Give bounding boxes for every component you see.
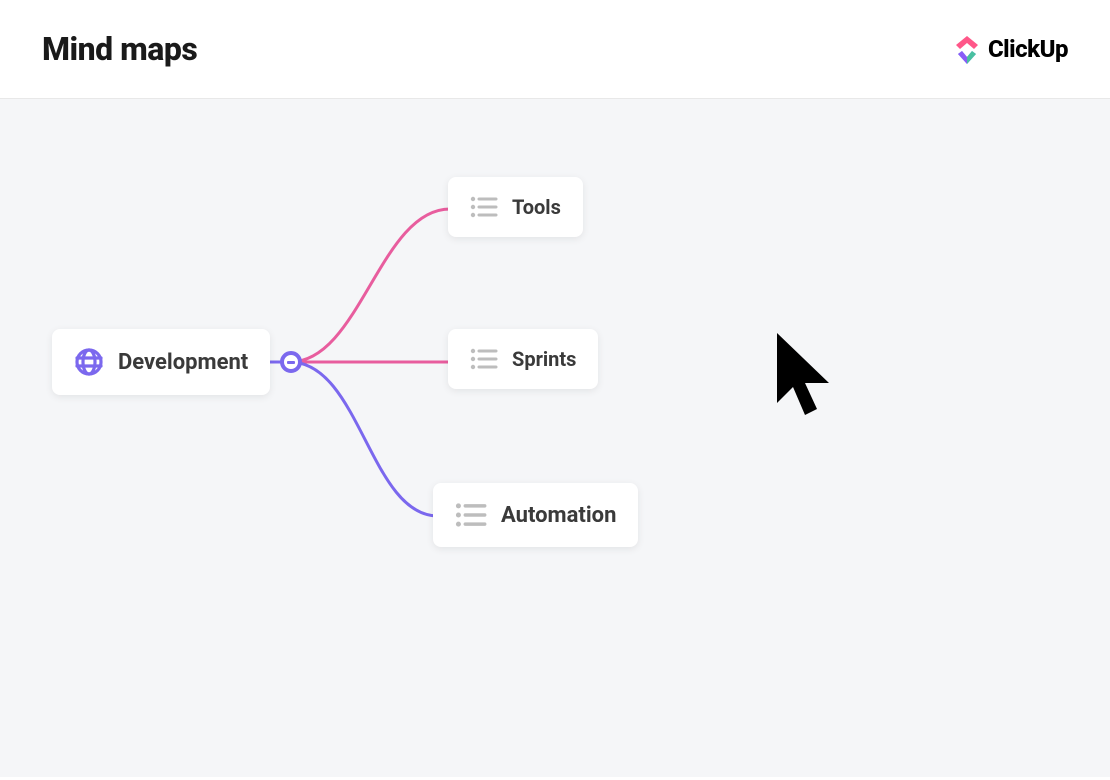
node-label: Sprints [512,347,576,371]
collapse-toggle[interactable] [280,351,302,373]
mindmap-root-node[interactable]: Development [52,329,270,395]
list-icon [470,347,498,371]
page-title: Mind maps [42,30,197,68]
mindmap-canvas[interactable]: Development Tools Spri [0,99,1110,777]
mindmap-child-node[interactable]: Sprints [448,329,598,389]
list-icon [455,501,487,529]
cursor-icon [775,331,835,427]
brand-name: ClickUp [988,35,1068,63]
mindmap-child-node[interactable]: Automation [433,483,638,547]
globe-icon [74,347,104,377]
node-label: Tools [512,195,561,219]
brand-logo[interactable]: ClickUp [954,34,1068,64]
mindmap-child-node[interactable]: Tools [448,177,583,237]
header: Mind maps ClickUp [0,0,1110,99]
list-icon [470,195,498,219]
node-label: Development [118,350,248,375]
clickup-logo-icon [954,34,980,64]
node-label: Automation [501,503,616,528]
